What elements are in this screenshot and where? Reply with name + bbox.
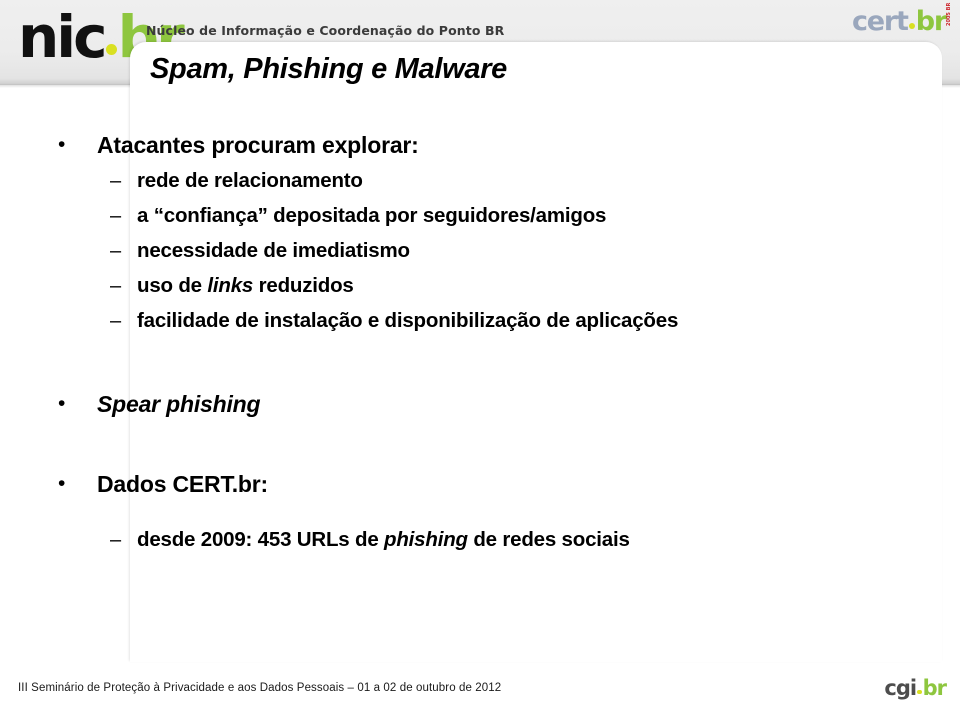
cgibr-logo-br: br	[922, 676, 947, 700]
header-tagline: Núcleo de Informação e Coordenação do Po…	[146, 23, 505, 38]
dash-marker-icon: –	[110, 310, 122, 332]
bullet-level1: • Dados CERT.br:	[0, 469, 960, 506]
certbr-logo-cert: cert	[852, 6, 909, 37]
dash-marker-icon: –	[110, 240, 122, 262]
slide-page: { "header": { "nicbr_logo": { "part1": "…	[0, 0, 960, 712]
footer-text: III Seminário de Proteção à Privacidade …	[18, 682, 502, 694]
bullet-text: rede de relacionamento	[137, 169, 363, 192]
certbr-logo-br: br	[915, 6, 947, 37]
bullet-text: Atacantes procuram explorar:	[97, 132, 419, 158]
bullet-level1: • Atacantes procuram explorar:	[0, 130, 960, 167]
certbr-logo-dot-icon	[908, 23, 915, 29]
certbr-logo: cert br2005 BR	[852, 3, 952, 37]
dash-marker-icon: –	[110, 275, 122, 297]
nicbr-logo-nic: nic	[18, 3, 108, 71]
bullet-text: a “confiança” depositada por seguidores/…	[137, 204, 607, 227]
dash-marker-icon: –	[110, 529, 122, 551]
dash-marker-icon: –	[110, 205, 122, 227]
dash-marker-icon: –	[110, 170, 122, 192]
bullet-level2: – desde 2009: 453 URLs de phishing de re…	[0, 526, 960, 561]
bullet-text: facilidade de instalação e disponibiliza…	[137, 309, 679, 332]
bullet-level2: – rede de relacionamento	[0, 167, 960, 202]
bullet-marker-icon: •	[58, 472, 66, 495]
bullet-marker-icon: •	[58, 392, 66, 415]
cgibr-logo-dot-icon	[917, 689, 922, 694]
slide-title: Spam, Phishing e Malware	[150, 53, 508, 85]
cgibr-logo: cgi br	[884, 676, 947, 700]
bullet-text: desde 2009: 453 URLs de phishing de rede…	[137, 528, 630, 551]
bullet-level2: – facilidade de instalação e disponibili…	[0, 307, 960, 342]
bullet-text: necessidade de imediatismo	[137, 239, 410, 262]
bullet-level2: – uso de links reduzidos	[0, 272, 960, 307]
nicbr-logo-dot-icon	[105, 44, 117, 55]
cgibr-logo-cgi: cgi	[884, 676, 917, 700]
slide-body-list: • Atacantes procuram explorar: – rede de…	[0, 130, 960, 561]
bullet-text: uso de links reduzidos	[137, 274, 354, 297]
bullet-level2: – necessidade de imediatismo	[0, 237, 960, 272]
bullet-marker-icon: •	[58, 133, 66, 156]
bullet-text: Dados CERT.br:	[97, 471, 268, 497]
bullet-level1: • Spear phishing	[0, 389, 960, 426]
bullet-text: Spear phishing	[97, 391, 261, 417]
certbr-logo-vertical-text: 2005 BR	[946, 2, 952, 26]
bullet-level2: – a “confiança” depositada por seguidore…	[0, 202, 960, 237]
